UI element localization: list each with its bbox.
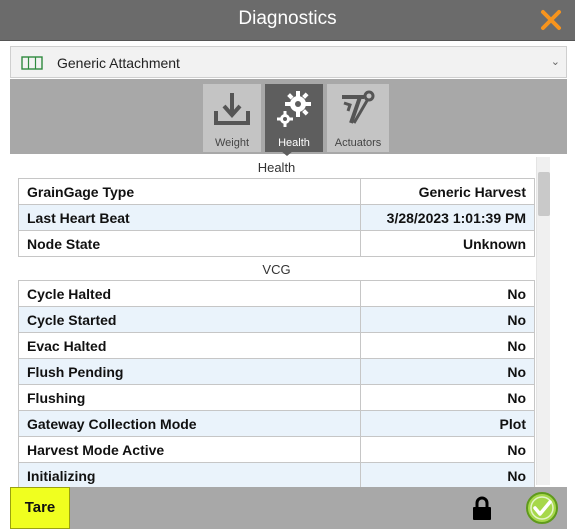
health-table: GrainGage Type Generic Harvest Last Hear… [17,178,535,257]
tab-strip: Weight Health Actuators [10,79,567,154]
close-icon [541,10,561,30]
row-key: GrainGage Type [17,178,362,205]
row-value: No [360,358,535,385]
tab-weight-label: Weight [214,137,250,149]
table-row: Node State Unknown [17,230,535,257]
table-row: GrainGage Type Generic Harvest [17,178,535,205]
table-row: Evac Halted No [17,332,535,359]
tab-actuators[interactable]: Actuators [327,84,389,152]
row-value: No [360,280,535,307]
row-value: Unknown [360,230,535,257]
row-key: Flushing [17,384,362,411]
health-section-title: Health [257,160,296,175]
tare-button[interactable]: Tare [10,487,70,529]
weight-download-icon [214,93,250,125]
row-value: No [360,462,535,487]
row-key: Cycle Started [17,306,362,333]
row-key: Initializing [17,462,362,487]
vcg-section-title: VCG [262,262,291,277]
table-row: Flush Pending No [17,358,535,385]
vcg-section: VCG Cycle Halted No Cycle Started No Eva… [17,259,535,487]
row-key: Evac Halted [17,332,362,359]
health-section: Health GrainGage Type Generic Harvest La… [17,157,535,257]
lock-icon[interactable] [472,495,492,521]
row-key: Flush Pending [17,358,362,385]
table-row: Flushing No [17,384,535,411]
row-value: No [360,306,535,333]
table-row: Harvest Mode Active No [17,436,535,463]
chevron-down-icon: ⌄ [550,56,560,68]
device-selector[interactable]: Generic Attachment ⌄ [10,46,567,78]
gears-icon [277,91,311,127]
table-row: Initializing No [17,462,535,487]
row-key: Node State [17,230,362,257]
row-key: Gateway Collection Mode [17,410,362,437]
close-button[interactable] [537,6,565,34]
tab-weight[interactable]: Weight [203,84,261,152]
row-key: Last Heart Beat [17,204,362,231]
bottom-bar: Tare [10,487,567,529]
row-value: Generic Harvest [360,178,535,205]
ok-check-icon[interactable] [525,491,559,525]
row-key: Harvest Mode Active [17,436,362,463]
row-value: No [360,384,535,411]
book-icon [21,56,43,70]
table-row: Last Heart Beat 3/28/2023 1:01:39 PM [17,204,535,231]
device-selector-value: Generic Attachment [57,55,180,71]
diagnostics-content[interactable]: Health GrainGage Type Generic Harvest La… [10,157,567,487]
diagnostics-window: Diagnostics Generic Attachment ⌄ Weight [0,0,575,529]
selected-tab-pointer [275,146,299,156]
window-title: Diagnostics [238,8,337,29]
title-bar: Diagnostics [0,0,575,41]
row-value: Plot [360,410,535,437]
row-value: 3/28/2023 1:01:39 PM [360,204,535,231]
row-value: No [360,332,535,359]
actuator-arm-icon [342,90,375,124]
scrollbar-thumb[interactable] [538,172,550,216]
table-row: Cycle Halted No [17,280,535,307]
vcg-table: Cycle Halted No Cycle Started No Evac Ha… [17,280,535,487]
row-key: Cycle Halted [17,280,362,307]
tab-actuators-label: Actuators [334,137,382,149]
tab-health[interactable]: Health [265,84,323,152]
row-value: No [360,436,535,463]
table-row: Cycle Started No [17,306,535,333]
vertical-scrollbar[interactable] [536,157,550,485]
table-row: Gateway Collection Mode Plot [17,410,535,437]
